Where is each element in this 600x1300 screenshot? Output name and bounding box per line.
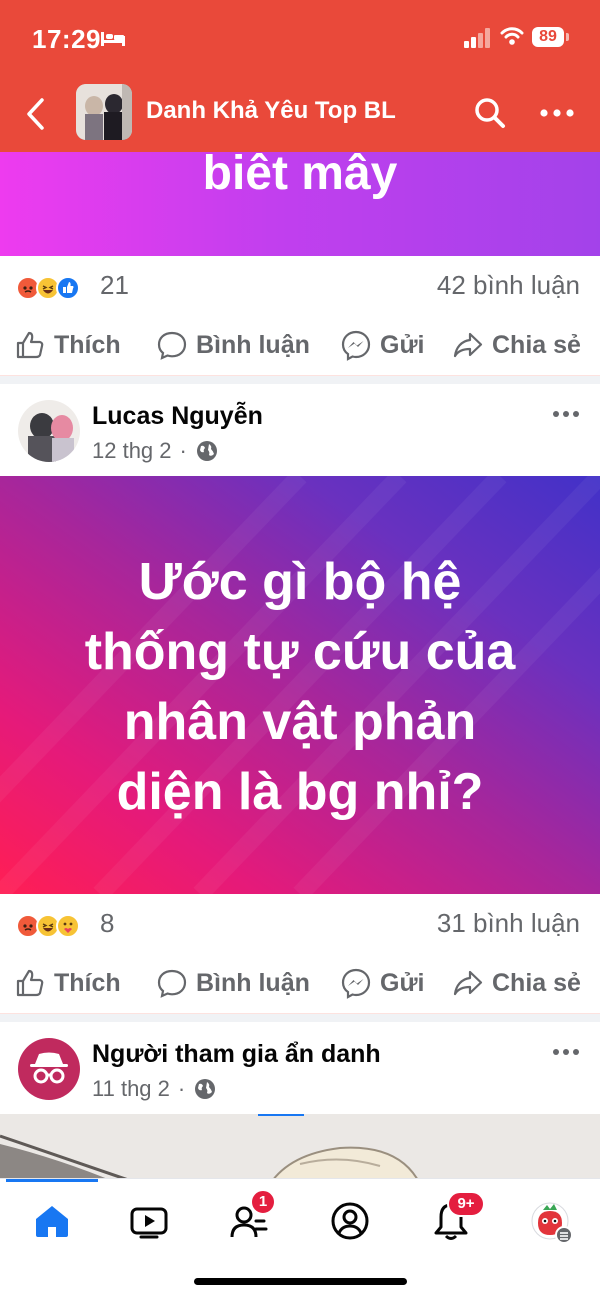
profile-icon <box>331 1202 369 1240</box>
search-icon[interactable] <box>472 95 508 131</box>
meta-dot: · <box>179 438 187 463</box>
comment-button[interactable]: Bình luận <box>156 322 310 368</box>
care-reaction-icon <box>56 914 80 938</box>
post-reactions-summary[interactable]: 21 42 bình luận <box>0 268 600 308</box>
post-actions: Thích Bình luận Gửi Chia sẻ <box>0 322 600 368</box>
send-label: Gửi <box>380 330 425 359</box>
share-label: Chia sẻ <box>492 330 581 359</box>
status-bar: 17:29 89 <box>0 0 600 78</box>
post-header: Người tham gia ẩn danh 11 thg 2 · <box>0 1038 600 1118</box>
reaction-icons <box>16 276 96 302</box>
post-image[interactable] <box>0 1114 600 1184</box>
group-header: Danh Khả Yêu Top BL <box>0 78 600 152</box>
tab-friends[interactable]: 1 <box>230 1189 276 1245</box>
post-banner-line: Ước gì bộ hệ <box>138 553 462 611</box>
post-meta: 12 thg 2 · <box>92 438 219 464</box>
thumbs-up-icon <box>16 969 44 997</box>
post-actions: Thích Bình luận Gửi Chia sẻ <box>0 960 600 1006</box>
post-banner-text: biêt mây <box>202 147 398 200</box>
post-banner[interactable]: biêt mây <box>0 147 600 256</box>
tab-menu[interactable] <box>530 1201 574 1245</box>
globe-icon <box>195 1079 216 1099</box>
send-label: Gửi <box>380 968 425 997</box>
menu-avatar-icon <box>531 1202 573 1244</box>
group-title[interactable]: Danh Khả Yêu Top BL <box>146 97 396 125</box>
send-button[interactable]: Gửi <box>340 322 425 368</box>
like-button[interactable]: Thích <box>14 322 121 368</box>
post-banner-line: nhân vật phản <box>123 693 477 751</box>
post-meta: 11 thg 2 · <box>92 1076 217 1102</box>
reaction-count[interactable]: 21 <box>100 270 129 301</box>
share-arrow-icon <box>453 332 483 358</box>
tab-video[interactable] <box>129 1201 173 1245</box>
thumbs-up-icon <box>16 331 44 359</box>
post-divider <box>0 1013 600 1022</box>
comment-count[interactable]: 31 bình luận <box>437 908 580 939</box>
comment-label: Bình luận <box>196 330 310 359</box>
author-name[interactable]: Người tham gia ẩn danh <box>92 1040 381 1069</box>
back-arrow-icon[interactable] <box>22 96 50 132</box>
post-banner-line: diện là bg nhỉ? <box>116 763 484 821</box>
tab-profile[interactable] <box>330 1201 374 1245</box>
comment-count[interactable]: 42 bình luận <box>437 270 580 301</box>
post-banner-line: thống tự cứu của <box>84 623 516 681</box>
banner-pattern <box>0 476 600 894</box>
like-button[interactable]: Thích <box>14 960 121 1006</box>
post-image-illustration <box>0 1114 600 1184</box>
comment-bubble-icon <box>157 331 187 360</box>
comment-bubble-icon <box>157 969 187 998</box>
author-avatar[interactable] <box>18 400 80 462</box>
post-date[interactable]: 12 thg 2 <box>92 438 172 464</box>
share-label: Chia sẻ <box>492 968 581 997</box>
status-time: 17:29 <box>32 24 101 54</box>
like-label: Thích <box>54 968 121 997</box>
share-button[interactable]: Chia sẻ <box>452 322 581 368</box>
home-indicator <box>194 1278 407 1285</box>
battery-tip <box>566 33 569 41</box>
anonymous-incognito-icon <box>30 1052 68 1084</box>
notifications-badge: 9+ <box>447 1191 485 1217</box>
messenger-icon <box>341 968 371 999</box>
reaction-count[interactable]: 8 <box>100 908 114 939</box>
author-name[interactable]: Lucas Nguyễn <box>92 402 263 431</box>
cellular-signal-icon <box>464 28 490 48</box>
send-button[interactable]: Gửi <box>340 960 425 1006</box>
comment-button[interactable]: Bình luận <box>156 960 310 1006</box>
share-button[interactable]: Chia sẻ <box>452 960 581 1006</box>
messenger-icon <box>341 330 371 361</box>
video-icon <box>130 1207 168 1239</box>
post-more-icon[interactable] <box>552 410 580 418</box>
like-reaction-icon <box>56 276 80 300</box>
like-label: Thích <box>54 330 121 359</box>
post-header: Lucas Nguyễn 12 thg 2 · <box>0 400 600 480</box>
more-options-icon[interactable] <box>540 109 574 117</box>
wifi-icon <box>500 27 524 45</box>
tab-notifications[interactable]: 9+ <box>431 1191 485 1245</box>
battery-level: 89 <box>532 27 564 47</box>
post-date[interactable]: 11 thg 2 <box>92 1076 170 1102</box>
post-banner[interactable]: Ước gì bộ hệ thống tự cứu của nhân vật p… <box>0 476 600 894</box>
post-divider <box>0 375 600 384</box>
comment-label: Bình luận <box>196 968 310 997</box>
active-tab-indicator <box>6 1179 98 1182</box>
sleep-focus-icon <box>101 32 125 46</box>
home-icon <box>36 1206 68 1237</box>
globe-icon <box>196 441 217 461</box>
tab-home[interactable] <box>32 1201 76 1245</box>
meta-dot: · <box>177 1076 186 1101</box>
post-more-icon[interactable] <box>552 1048 580 1056</box>
friends-badge: 1 <box>250 1189 276 1215</box>
anonymous-avatar[interactable] <box>18 1038 80 1100</box>
post-reactions-summary[interactable]: 8 31 bình luận <box>0 906 600 946</box>
reaction-icons <box>16 914 96 940</box>
group-avatar[interactable] <box>76 84 132 140</box>
share-arrow-icon <box>453 970 483 996</box>
